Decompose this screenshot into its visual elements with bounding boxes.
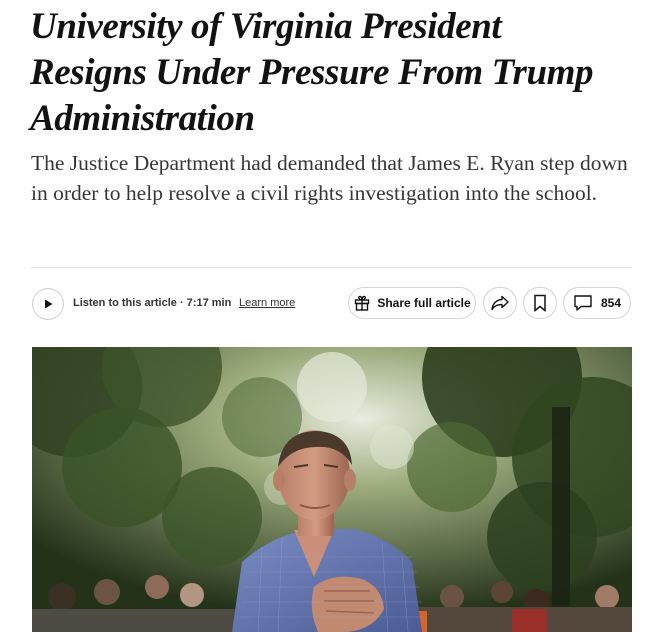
play-icon (45, 299, 53, 309)
gift-icon (355, 295, 370, 311)
comments-button[interactable]: 854 (563, 287, 631, 319)
share-arrow-icon (491, 295, 509, 311)
headline-line-2: Resigns Under Pressure From Trump (30, 52, 594, 93)
share-full-article-label: Share full article (377, 296, 471, 310)
share-full-article-button[interactable]: Share full article (348, 287, 476, 319)
article-summary: The Justice Department had demanded that… (31, 151, 628, 205)
comment-bubble-icon (574, 295, 592, 311)
share-button[interactable] (483, 287, 517, 319)
play-audio-button[interactable] (32, 288, 64, 320)
lead-photo (32, 347, 632, 632)
save-bookmark-button[interactable] (523, 287, 557, 319)
divider (31, 267, 632, 268)
headline-line-1: University of Virginia President (30, 6, 502, 47)
learn-more-link[interactable]: Learn more (239, 297, 295, 309)
bookmark-icon (534, 294, 546, 312)
listen-label: Listen to this article · 7:17 min (73, 297, 232, 309)
headline-line-3: Administration (30, 98, 255, 139)
headline: University of Virginia President Resigns… (30, 4, 640, 142)
comment-count: 854 (600, 296, 622, 310)
